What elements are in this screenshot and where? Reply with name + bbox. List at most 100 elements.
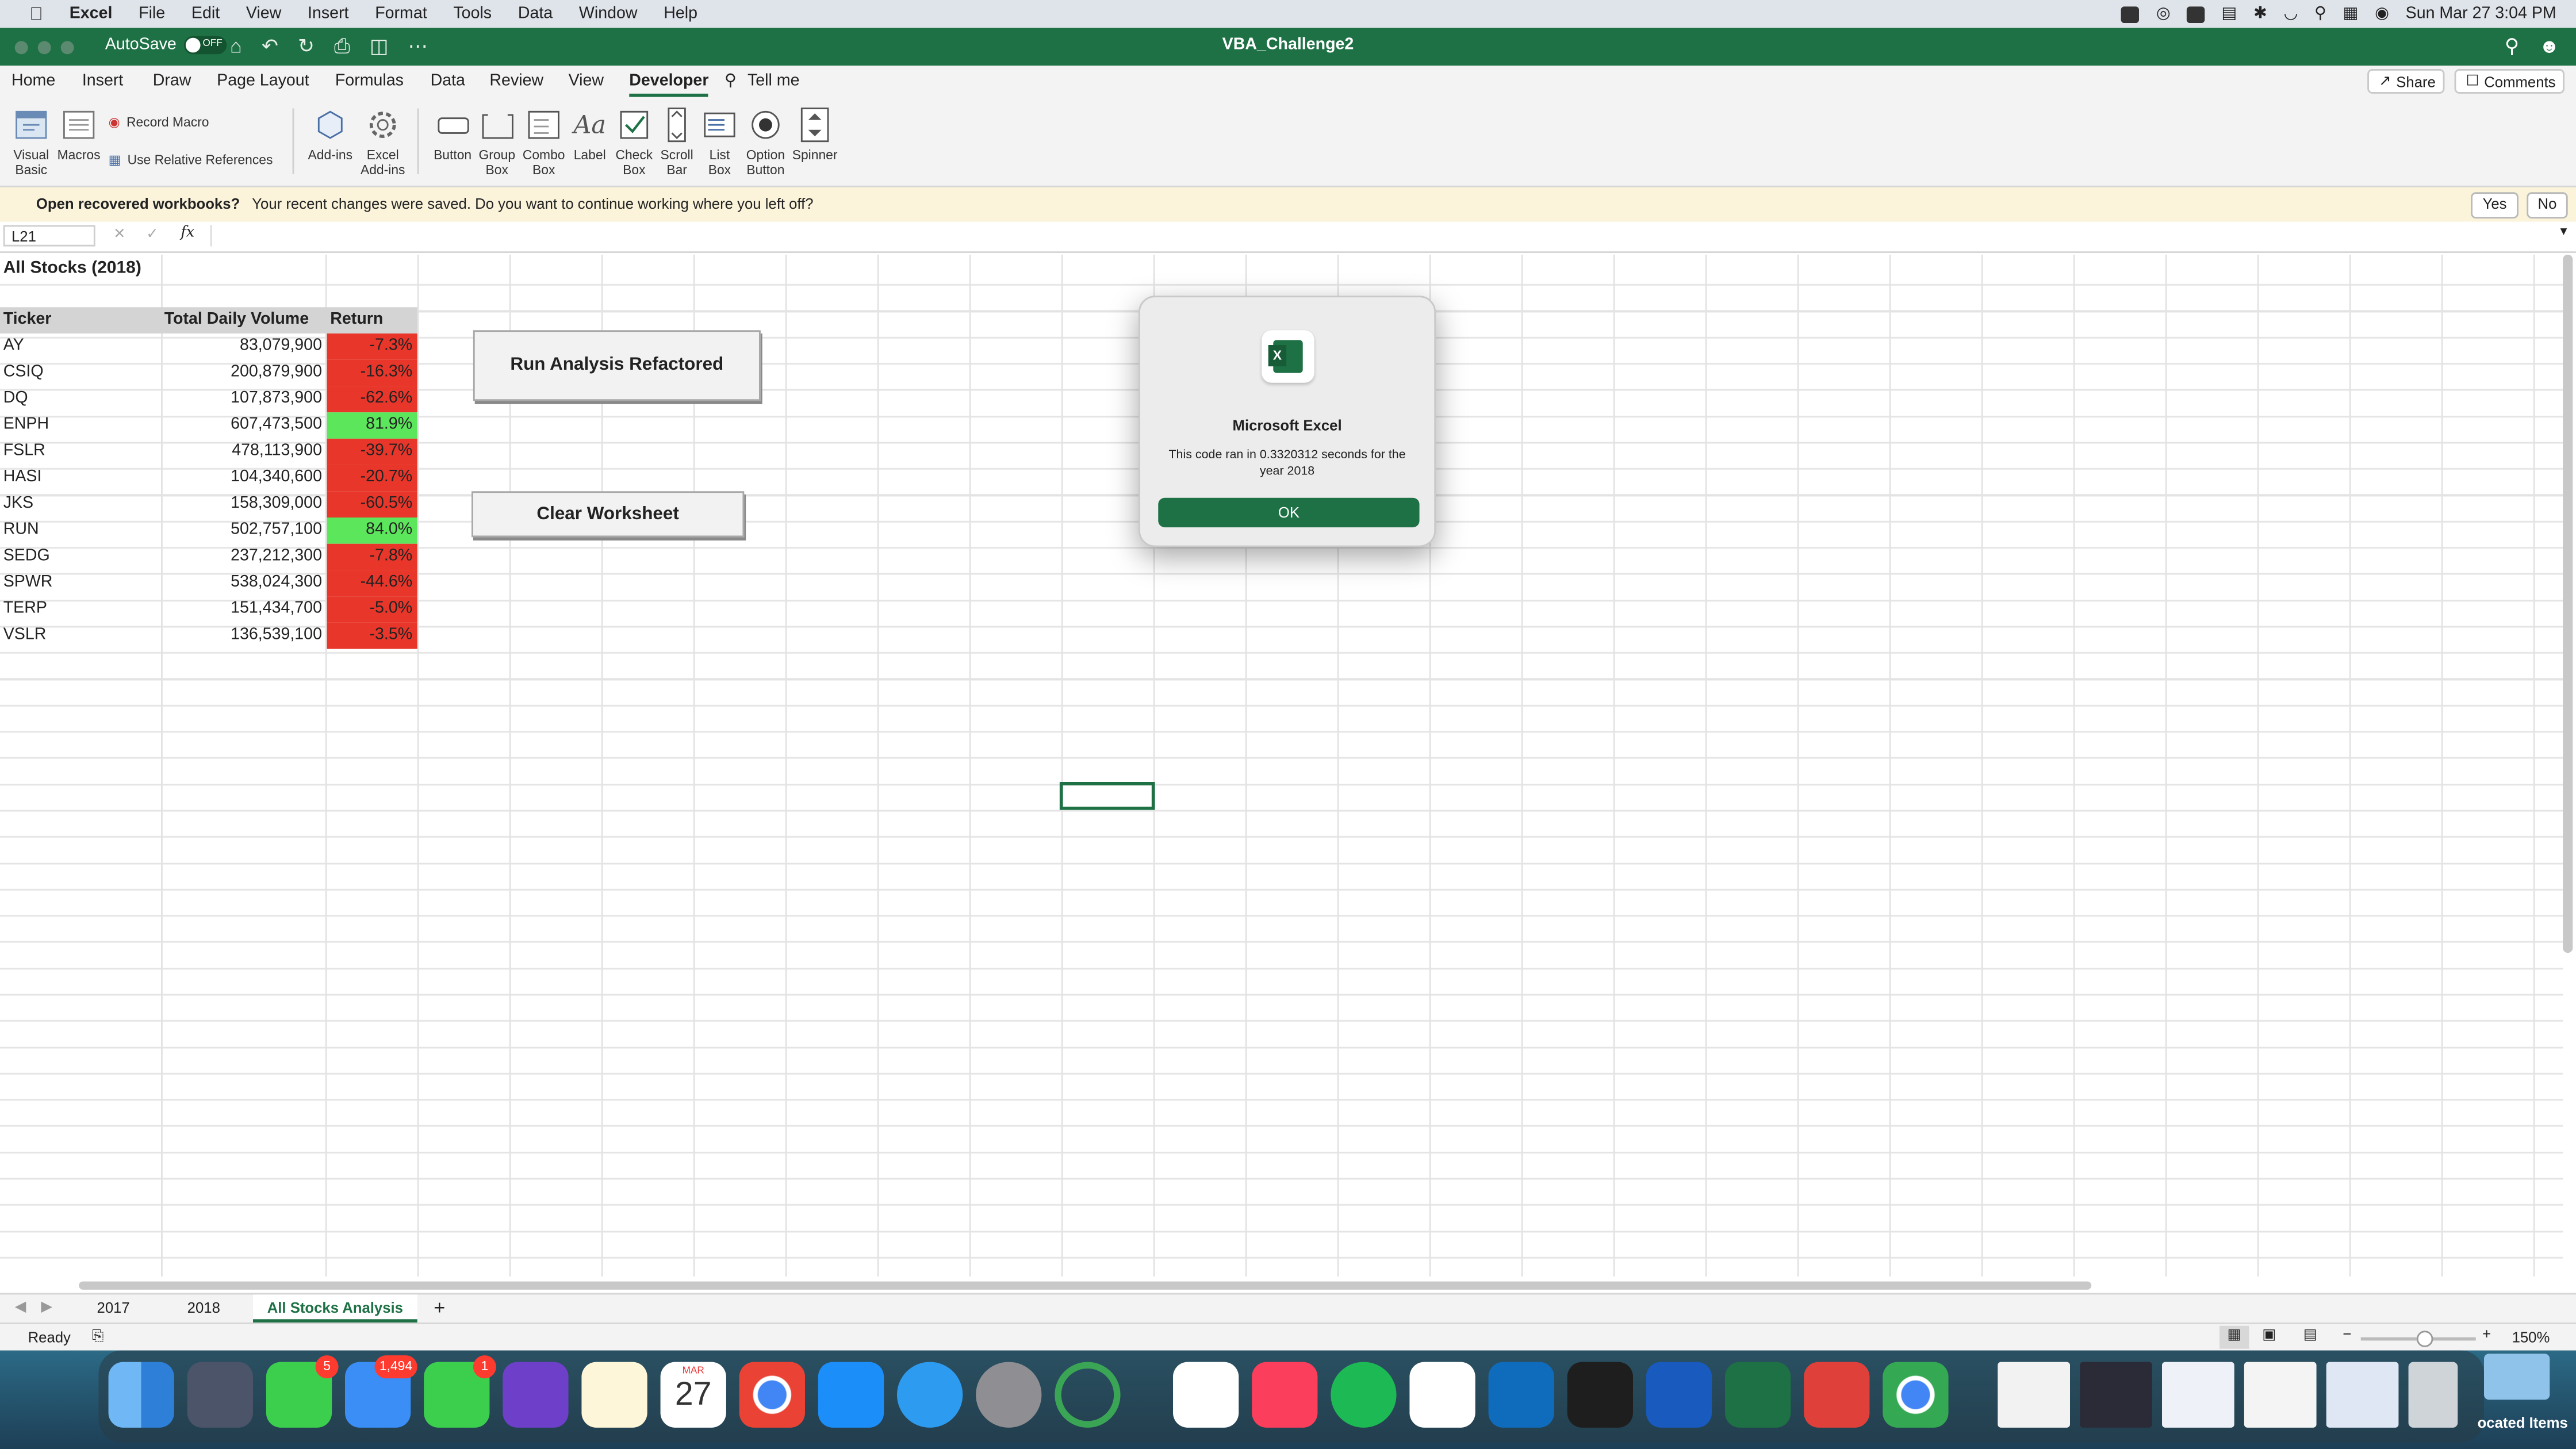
use-relative-references-button[interactable]: ▦ Use Relative References xyxy=(109,153,273,168)
bitdefender-icon[interactable] xyxy=(1804,1362,1870,1428)
accessibility-icon[interactable]: ⎘ xyxy=(92,1328,104,1346)
ticker-cell[interactable]: FSLR xyxy=(3,439,45,465)
tab-page-layout[interactable]: Page Layout xyxy=(217,72,309,90)
name-box[interactable]: L21 xyxy=(3,225,95,247)
tab-home[interactable]: Home xyxy=(12,72,55,90)
search-icon[interactable]: ⚲ xyxy=(2505,34,2519,57)
wifi-icon[interactable]: ◡ xyxy=(2284,5,2298,23)
tab-tell-me[interactable]: Tell me xyxy=(747,72,800,90)
volume-cell[interactable]: 104,340,600 xyxy=(163,465,322,492)
recent-window-thumbnail[interactable] xyxy=(1998,1362,2070,1428)
header-volume[interactable]: Total Daily Volume xyxy=(164,307,309,334)
addins-button[interactable]: Add-ins xyxy=(304,105,356,163)
volume-cell[interactable]: 200,879,900 xyxy=(163,360,322,386)
next-sheet-icon[interactable]: ▶ xyxy=(41,1298,52,1316)
excel-addins-button[interactable]: Excel Add-ins xyxy=(358,105,408,178)
combo-box-control[interactable]: Combo Box xyxy=(521,105,567,178)
siri-icon[interactable]: ◉ xyxy=(2375,5,2389,23)
return-cell[interactable]: -5.0% xyxy=(327,596,417,623)
check-box-control[interactable]: Check Box xyxy=(613,105,656,178)
return-cell[interactable]: -62.6% xyxy=(327,386,417,413)
menu-help[interactable]: Help xyxy=(650,5,711,23)
return-cell[interactable]: -44.6% xyxy=(327,570,417,597)
menu-edit[interactable]: Edit xyxy=(178,5,233,23)
app-status-icon[interactable] xyxy=(2121,6,2140,22)
no-button[interactable]: No xyxy=(2527,192,2568,218)
ticker-cell[interactable]: SEDG xyxy=(3,544,50,570)
spotlight-icon[interactable]: ⚲ xyxy=(2314,5,2326,23)
header-ticker[interactable]: Ticker xyxy=(3,307,52,334)
desktop-folder-icon[interactable] xyxy=(2484,1354,2550,1400)
safari-icon[interactable] xyxy=(897,1362,963,1428)
volume-cell[interactable]: 502,757,100 xyxy=(163,518,322,544)
tab-data[interactable]: Data xyxy=(431,72,465,90)
horizontal-scrollbar[interactable] xyxy=(79,1281,2092,1290)
trash-icon[interactable] xyxy=(2408,1362,2458,1428)
add-sheet-icon[interactable]: + xyxy=(434,1296,445,1319)
visual-basic-button[interactable]: Visual Basic xyxy=(8,105,54,178)
cancel-icon[interactable]: ✕ xyxy=(113,225,126,243)
control-center-icon[interactable]: ▦ xyxy=(2343,5,2359,23)
recent-window-thumbnail[interactable] xyxy=(2080,1362,2152,1428)
return-cell[interactable]: -3.5% xyxy=(327,622,417,649)
facetime-icon[interactable]: 1 xyxy=(424,1355,496,1428)
messages-icon[interactable]: 5 xyxy=(266,1355,339,1428)
share-button[interactable]: ↗ Share xyxy=(2367,69,2445,94)
run-analysis-button[interactable]: Run Analysis Refactored xyxy=(473,330,761,401)
macros-button[interactable]: Macros xyxy=(56,105,102,163)
prev-sheet-icon[interactable]: ◀ xyxy=(15,1298,26,1316)
formula-input[interactable] xyxy=(210,225,2553,247)
sheet-title-cell[interactable]: All Stocks (2018) xyxy=(3,255,141,281)
list-box-control[interactable]: List Box xyxy=(700,105,739,178)
ticker-cell[interactable]: CSIQ xyxy=(3,360,44,386)
menu-format[interactable]: Format xyxy=(362,5,440,23)
menu-data[interactable]: Data xyxy=(505,5,566,23)
return-cell[interactable]: -7.3% xyxy=(327,334,417,360)
keyboard-icon[interactable]: ▤ xyxy=(2221,5,2237,23)
outlook-icon[interactable] xyxy=(1488,1362,1554,1428)
return-cell[interactable]: -60.5% xyxy=(327,491,417,518)
vpn-icon[interactable]: ◎ xyxy=(2156,5,2171,23)
menu-view[interactable]: View xyxy=(233,5,294,23)
word-icon[interactable] xyxy=(1646,1362,1712,1428)
ticker-cell[interactable]: VSLR xyxy=(3,623,47,649)
recent-window-thumbnail[interactable] xyxy=(2244,1362,2317,1428)
label-control[interactable]: Aa Label xyxy=(569,105,611,163)
ticker-cell[interactable]: HASI xyxy=(3,465,42,492)
vertical-scrollbar[interactable] xyxy=(2563,254,2573,953)
ok-button[interactable]: OK xyxy=(1158,497,1420,528)
group-box-control[interactable]: Group Box xyxy=(475,105,519,178)
record-macro-button[interactable]: ◉ Record Macro xyxy=(109,115,209,130)
page-break-view-icon[interactable]: ▤ xyxy=(2303,1326,2317,1344)
clear-worksheet-button[interactable]: Clear Worksheet xyxy=(471,491,745,538)
terminal-icon[interactable] xyxy=(1567,1362,1633,1428)
tab-insert[interactable]: Insert xyxy=(82,72,123,90)
page-layout-view-icon[interactable]: ▣ xyxy=(2262,1326,2276,1344)
menu-file[interactable]: File xyxy=(125,5,178,23)
notes-icon[interactable] xyxy=(581,1362,647,1428)
account-icon[interactable]: ☻ xyxy=(2539,34,2559,57)
desktop-folder-label[interactable]: ocated Items xyxy=(2478,1414,2568,1431)
normal-view-icon[interactable]: ▦ xyxy=(2220,1325,2249,1349)
volume-cell[interactable]: 538,024,300 xyxy=(163,570,322,596)
volume-cell[interactable]: 107,873,900 xyxy=(163,386,322,412)
volume-cell[interactable]: 158,309,000 xyxy=(163,491,322,518)
enter-icon[interactable]: ✓ xyxy=(146,225,159,243)
ticker-cell[interactable]: TERP xyxy=(3,596,47,623)
music-icon[interactable] xyxy=(1252,1362,1318,1428)
tab-developer[interactable]: Developer xyxy=(629,72,710,97)
return-cell[interactable]: 81.9% xyxy=(327,412,417,439)
ticker-cell[interactable]: RUN xyxy=(3,518,39,544)
return-cell[interactable]: -20.7% xyxy=(327,465,417,492)
ticker-cell[interactable]: SPWR xyxy=(3,570,53,596)
vscode-icon[interactable] xyxy=(1173,1362,1239,1428)
zoom-in-icon[interactable]: + xyxy=(2482,1326,2491,1343)
spotify-icon[interactable] xyxy=(1331,1362,1397,1428)
app-store-icon[interactable] xyxy=(818,1362,884,1428)
ticker-cell[interactable]: JKS xyxy=(3,491,33,518)
excel-icon[interactable] xyxy=(1725,1362,1791,1428)
sheet-tab-2017[interactable]: 2017 xyxy=(79,1294,148,1322)
option-button-control[interactable]: Option Button xyxy=(742,105,788,178)
yes-button[interactable]: Yes xyxy=(2471,192,2518,218)
volume-cell[interactable]: 151,434,700 xyxy=(163,596,322,623)
